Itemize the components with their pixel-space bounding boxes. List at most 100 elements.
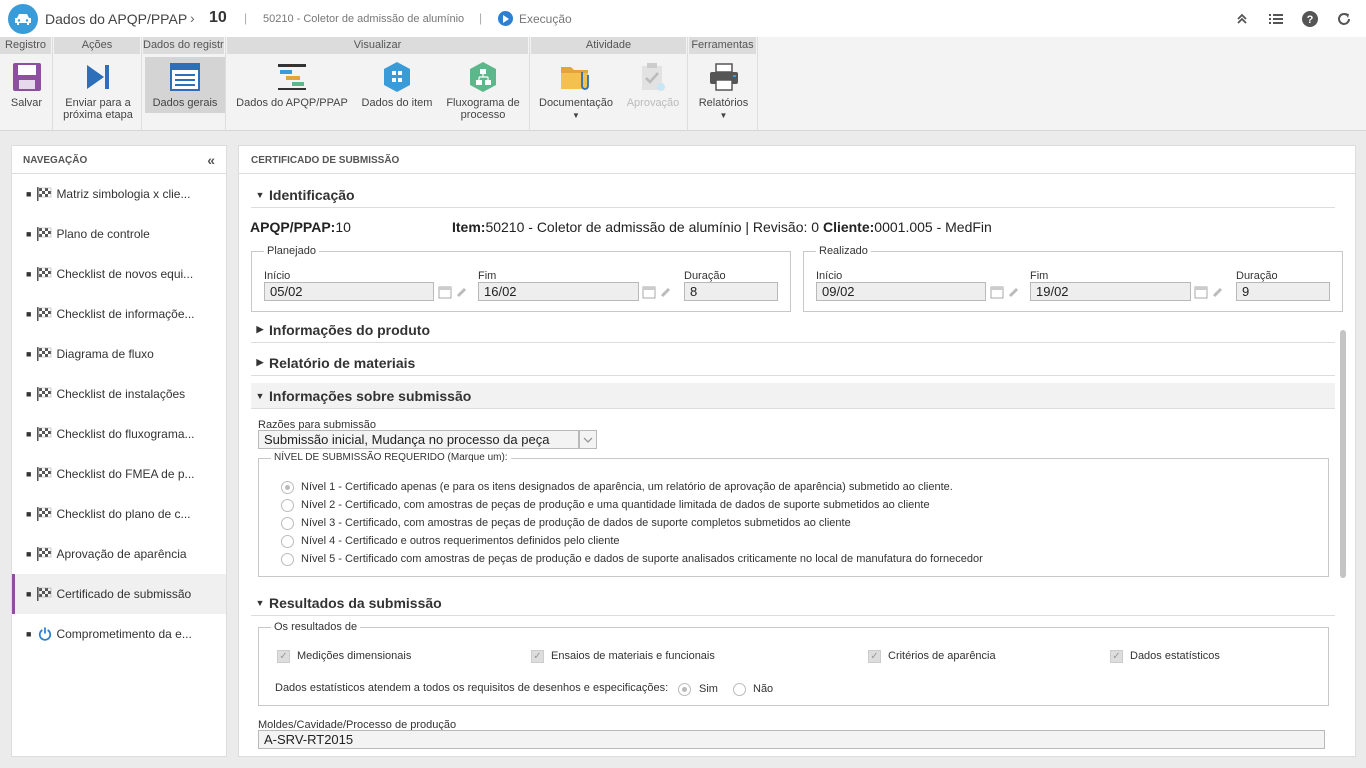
ribbon-group-registro: Registro Salvar bbox=[0, 37, 53, 131]
nav-item[interactable]: ■ Certificado de submissão bbox=[12, 574, 226, 614]
ribbon-group-label: Visualizar bbox=[227, 37, 529, 54]
result-checkbox-label: Ensaios de materiais e funcionais bbox=[551, 650, 715, 662]
result-checkbox[interactable]: ✓ bbox=[868, 650, 881, 663]
printer-icon bbox=[708, 61, 740, 93]
clear-icon[interactable] bbox=[659, 285, 673, 299]
calendar-icon[interactable] bbox=[990, 285, 1004, 299]
nav-item[interactable]: ■ Checklist de informaçõe... bbox=[12, 294, 226, 334]
collapse-left-icon[interactable]: « bbox=[207, 152, 215, 168]
nav-item-label: Diagrama de fluxo bbox=[56, 347, 154, 361]
save-button[interactable]: Salvar bbox=[0, 57, 53, 109]
help-icon[interactable]: ? bbox=[1300, 9, 1320, 29]
bullet: ■ bbox=[26, 269, 32, 279]
navigation-title: NAVEGAÇÃO bbox=[23, 155, 88, 166]
planned-duration-input[interactable]: 8 bbox=[684, 282, 778, 301]
list-icon[interactable] bbox=[1266, 9, 1286, 29]
nav-item[interactable]: ■ Plano de controle bbox=[12, 214, 226, 254]
nav-item-label: Certificado de submissão bbox=[56, 587, 192, 601]
reports-button[interactable]: Relatórios ▼ bbox=[689, 57, 758, 122]
nav-item[interactable]: ■ Checklist de novos equi... bbox=[12, 254, 226, 294]
bullet: ■ bbox=[26, 389, 32, 399]
planned-end-input[interactable]: 16/02 bbox=[478, 282, 639, 301]
page-title: Dados do APQP/PPAP bbox=[45, 11, 188, 27]
result-checkbox[interactable]: ✓ bbox=[1110, 650, 1123, 663]
clear-icon[interactable] bbox=[455, 285, 469, 299]
checkered-flag-icon bbox=[37, 587, 52, 601]
nav-item[interactable]: ■ Checklist do fluxograma... bbox=[12, 414, 226, 454]
no-radio[interactable] bbox=[733, 683, 746, 696]
caret-down-icon: ▼ bbox=[255, 597, 265, 608]
actual-legend: Realizado bbox=[816, 245, 871, 257]
status-badge: Execução bbox=[498, 11, 572, 26]
checkered-flag-icon bbox=[37, 307, 52, 321]
apqp-label: APQP/PPAP: bbox=[250, 219, 336, 235]
actual-end-input[interactable]: 19/02 bbox=[1030, 282, 1191, 301]
approval-clipboard-icon bbox=[637, 61, 669, 93]
chevron-down-icon[interactable] bbox=[579, 430, 597, 449]
submission-level-radio[interactable] bbox=[281, 535, 294, 548]
submission-level-radio[interactable] bbox=[281, 517, 294, 530]
nav-item[interactable]: ■ Matriz simbologia x clie... bbox=[12, 174, 226, 214]
item-data-label: Dados do item bbox=[361, 97, 433, 109]
send-next-step-button[interactable]: Enviar para a próxima etapa bbox=[54, 57, 142, 121]
planned-end-label: Fim bbox=[478, 270, 497, 282]
general-data-button[interactable]: Dados gerais bbox=[145, 57, 225, 113]
apqp-data-label: Dados do APQP/PPAP bbox=[236, 97, 348, 109]
documentation-button[interactable]: Documentação ▼ bbox=[535, 57, 617, 122]
section-materiais[interactable]: ▶ Relatório de materiais bbox=[251, 350, 1335, 376]
planned-fieldset: Planejado Início 05/02 Fim 16/02 Duração… bbox=[251, 245, 791, 312]
section-submissao[interactable]: ▼ Informações sobre submissão bbox=[251, 383, 1335, 409]
cliente-value: 0001.005 - MedFin bbox=[874, 219, 992, 235]
clear-icon[interactable] bbox=[1211, 285, 1225, 299]
calendar-icon[interactable] bbox=[642, 285, 656, 299]
nav-item[interactable]: ■ Checklist do plano de c... bbox=[12, 494, 226, 534]
section-produto[interactable]: ▶ Informações do produto bbox=[251, 317, 1335, 343]
nav-item[interactable]: ■ Comprometimento da e... bbox=[12, 614, 226, 654]
submission-level-radio[interactable] bbox=[281, 553, 294, 566]
clear-icon[interactable] bbox=[1007, 285, 1021, 299]
section-heading: Informações do produto bbox=[269, 321, 430, 338]
send-label-1: Enviar para a bbox=[65, 97, 131, 109]
refresh-icon[interactable] bbox=[1334, 9, 1354, 29]
submission-level-label: Nível 2 - Certificado, com amostras de p… bbox=[301, 499, 930, 511]
result-checkbox[interactable]: ✓ bbox=[277, 650, 290, 663]
results-legend: Os resultados de bbox=[271, 621, 361, 633]
apqp-data-button[interactable]: Dados do APQP/PPAP bbox=[233, 57, 351, 109]
yes-radio[interactable] bbox=[678, 683, 691, 696]
item-hexagon-icon bbox=[381, 61, 413, 93]
navigation-list: ■ Matriz simbologia x clie... ■ Plano de co… bbox=[12, 174, 226, 654]
no-label: Não bbox=[753, 683, 774, 695]
reasons-select[interactable]: Submissão inicial, Mudança no processo d… bbox=[258, 430, 579, 449]
process-flowchart-button[interactable]: Fluxograma de processo bbox=[441, 57, 525, 121]
calendar-icon[interactable] bbox=[438, 285, 452, 299]
checkered-flag-icon bbox=[37, 347, 52, 361]
folder-clip-icon bbox=[560, 61, 592, 93]
nav-item[interactable]: ■ Checklist do FMEA de p... bbox=[12, 454, 226, 494]
item-data-button[interactable]: Dados do item bbox=[357, 57, 437, 109]
status-text: Execução bbox=[519, 11, 572, 26]
title-bar: Dados do APQP/PPAP › 10 | 50210 - Coleto… bbox=[0, 0, 1366, 37]
checkered-flag-icon bbox=[37, 507, 52, 521]
result-checkbox[interactable]: ✓ bbox=[531, 650, 544, 663]
general-data-label: Dados gerais bbox=[152, 97, 218, 109]
planned-start-input[interactable]: 05/02 bbox=[264, 282, 434, 301]
actual-start-input[interactable]: 09/02 bbox=[816, 282, 986, 301]
section-resultados[interactable]: ▼ Resultados da submissão bbox=[251, 590, 1335, 616]
approval-button[interactable]: Aprovação bbox=[619, 57, 687, 109]
section-heading: Resultados da submissão bbox=[269, 594, 442, 611]
statistics-question: Dados estatísticos atendem a todos os re… bbox=[275, 682, 669, 694]
ribbon-group-label: Ferramentas bbox=[689, 37, 757, 54]
scrollbar[interactable] bbox=[1340, 330, 1346, 578]
molds-input[interactable]: A-SRV-RT2015 bbox=[258, 730, 1325, 749]
nav-item-label: Plano de controle bbox=[56, 227, 150, 241]
submission-level-radio[interactable] bbox=[281, 481, 294, 494]
section-identificacao[interactable]: ▼ Identificação bbox=[251, 182, 1335, 208]
actual-duration-input[interactable]: 9 bbox=[1236, 282, 1330, 301]
calendar-icon[interactable] bbox=[1194, 285, 1208, 299]
collapse-up-icon[interactable] bbox=[1232, 9, 1252, 29]
ribbon-group-atividade: Atividade Documentação ▼ Aprovação bbox=[531, 37, 688, 131]
submission-level-radio[interactable] bbox=[281, 499, 294, 512]
nav-item[interactable]: ■ Checklist de instalações bbox=[12, 374, 226, 414]
nav-item[interactable]: ■ Aprovação de aparência bbox=[12, 534, 226, 574]
nav-item[interactable]: ■ Diagrama de fluxo bbox=[12, 334, 226, 374]
